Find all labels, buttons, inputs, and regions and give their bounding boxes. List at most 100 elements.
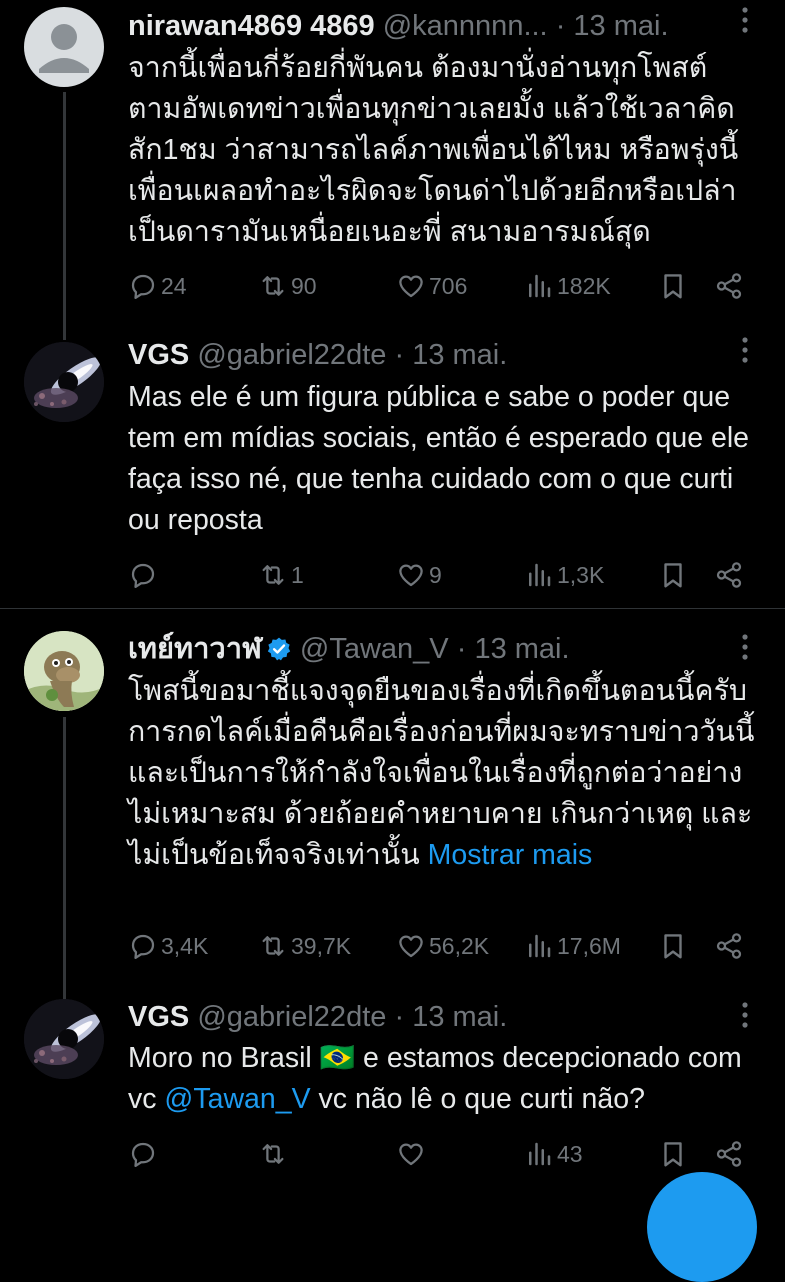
tweet-header: เทย์ทาวาฬ @Tawan_V · 13 mai. [128, 629, 785, 669]
heart-icon [399, 275, 423, 298]
tweet-date[interactable]: 13 mai. [412, 339, 507, 371]
share-button[interactable] [714, 926, 744, 966]
user-handle[interactable]: @Tawan_V [300, 629, 449, 669]
mention-link[interactable]: @Tawan_V [164, 1083, 310, 1115]
avatar[interactable] [24, 7, 104, 87]
avatar[interactable] [24, 631, 104, 711]
user-handle[interactable]: @gabriel22dte [197, 335, 386, 375]
show-more-link[interactable]: Mostrar mais [428, 839, 593, 871]
like-count: 706 [429, 272, 468, 299]
tweet[interactable]: nirawan4869 4869 @kannnnn... · 13 mai. จ… [0, 0, 785, 330]
views-button[interactable]: 1,3K [524, 555, 604, 595]
dot-separator: · [555, 10, 566, 42]
more-options-icon[interactable] [731, 6, 759, 34]
display-name[interactable]: nirawan4869 4869 [128, 10, 375, 42]
avatar[interactable] [24, 342, 104, 422]
bookmark-icon [664, 1142, 682, 1167]
share-button[interactable] [714, 1134, 744, 1174]
tweet-date[interactable]: 13 mai. [412, 1001, 507, 1033]
thread-line [63, 989, 66, 999]
bookmark-button[interactable] [658, 1134, 688, 1174]
reply-button[interactable] [128, 555, 161, 595]
tweet[interactable]: VGS @gabriel22dte · 13 mai. Moro no Bras… [0, 989, 785, 1200]
bookmark-button[interactable] [658, 926, 688, 966]
repost-icon [262, 936, 284, 956]
default-user-icon [39, 24, 89, 73]
reply-icon [131, 563, 155, 588]
bookmark-button[interactable] [658, 266, 688, 306]
tweet[interactable]: เทย์ทาวาฬ @Tawan_V · 13 mai. โพสนี้ขอมาช… [0, 609, 785, 989]
more-options-icon[interactable] [731, 336, 759, 364]
analytics-icon [529, 1142, 551, 1166]
repost-button[interactable]: 90 [258, 266, 317, 306]
space-avatar-image [24, 999, 104, 1079]
views-button[interactable]: 43 [524, 1134, 583, 1174]
views-button[interactable]: 17,6M [524, 926, 621, 966]
repost-icon [262, 565, 284, 585]
tweet-text: Moro no Brasil 🇧🇷 e estamos decepcionado… [128, 1038, 758, 1120]
repost-count: 39,7K [291, 932, 352, 959]
like-button[interactable]: 9 [396, 555, 442, 595]
display-name[interactable]: เทย์ทาวาฬ [128, 633, 262, 665]
dot-separator: · [394, 339, 405, 371]
tweet-header: VGS @gabriel22dte · 13 mai. [128, 997, 785, 1037]
dot-separator: · [394, 1001, 405, 1033]
repost-button[interactable]: 39,7K [258, 926, 351, 966]
repost-button[interactable]: 1 [258, 555, 304, 595]
avatar[interactable] [24, 999, 104, 1079]
like-button[interactable]: 56,2K [396, 926, 489, 966]
repost-count: 1 [291, 561, 304, 588]
bookmark-icon [664, 563, 682, 588]
repost-button[interactable] [258, 1134, 291, 1174]
bookmark-icon [664, 934, 682, 959]
more-options-icon[interactable] [731, 633, 759, 661]
reply-icon [131, 934, 155, 959]
share-icon [716, 1141, 742, 1167]
repost-icon [262, 1144, 284, 1164]
tweet-body-end: vc não lê o que curti não? [310, 1083, 645, 1115]
compose-fab-button[interactable] [647, 1172, 757, 1282]
view-count: 182K [557, 272, 611, 299]
user-handle[interactable]: @kannnnn... [383, 6, 548, 46]
share-button[interactable] [714, 555, 744, 595]
bookmark-button[interactable] [658, 555, 688, 595]
tweet-text: Mas ele é um figura pública e sabe o pod… [128, 381, 750, 536]
thread-line [63, 717, 66, 989]
display-name[interactable]: VGS [128, 339, 189, 371]
heart-icon [399, 935, 423, 958]
reply-button[interactable]: 24 [128, 266, 187, 306]
verified-badge-icon[interactable] [266, 636, 292, 662]
view-count: 17,6M [557, 932, 621, 959]
share-icon [716, 562, 742, 588]
tweet[interactable]: VGS @gabriel22dte · 13 mai. Mas ele é um… [0, 330, 785, 608]
like-count: 56,2K [429, 932, 490, 959]
reply-count: 24 [161, 272, 187, 299]
share-button[interactable] [714, 266, 744, 306]
tweet-actions: 3,4K 39,7K 56,2K 17,6M [128, 926, 758, 966]
view-count: 43 [557, 1140, 583, 1167]
more-options-icon[interactable] [731, 1001, 759, 1029]
tweet-text: จากนี้เพื่อนกี่ร้อยกี่พันคน ต้องมานั่งอ่… [128, 52, 739, 248]
display-name[interactable]: VGS [128, 1001, 189, 1033]
like-button[interactable] [396, 1134, 429, 1174]
tweet-actions: 24 90 706 182K [128, 266, 758, 306]
tweet-header: VGS @gabriel22dte · 13 mai. [128, 335, 785, 375]
thread-line [63, 330, 66, 340]
dot-separator: · [456, 633, 467, 665]
heart-icon [399, 1143, 423, 1166]
tweet-text: โพสนี้ขอมาชี้แจงจุดยืนของเรื่องที่เกิดขึ… [128, 671, 758, 876]
thread-line [63, 92, 66, 330]
reply-count: 3,4K [161, 932, 209, 959]
tweet-date[interactable]: 13 mai. [474, 633, 569, 665]
views-button[interactable]: 182K [524, 266, 611, 306]
repost-count: 90 [291, 272, 317, 299]
tweet-date[interactable]: 13 mai. [573, 10, 668, 42]
analytics-icon [529, 934, 551, 958]
reply-button[interactable]: 3,4K [128, 926, 208, 966]
space-avatar-image [24, 342, 104, 422]
share-icon [716, 273, 742, 299]
reply-button[interactable] [128, 1134, 161, 1174]
tweet-actions: 1 9 1,3K [128, 555, 758, 595]
user-handle[interactable]: @gabriel22dte [197, 997, 386, 1037]
like-button[interactable]: 706 [396, 266, 467, 306]
